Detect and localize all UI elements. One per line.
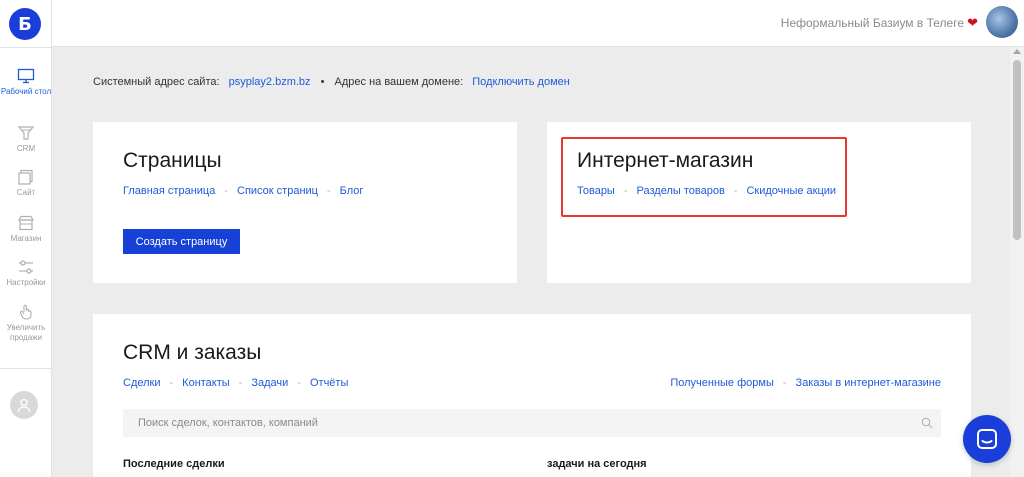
- products-link[interactable]: Товары: [577, 185, 615, 197]
- separator: -: [782, 377, 787, 389]
- separator-dot: •: [320, 76, 325, 88]
- sidebar-item-label: Настройки: [6, 278, 46, 287]
- sliders-icon: [19, 260, 33, 274]
- sidebar-item-boost-sales[interactable]: Увеличить продажи: [0, 304, 52, 343]
- divider: [0, 368, 52, 369]
- scroll-up-arrow-icon[interactable]: [1013, 49, 1021, 54]
- pages-links: Главная страница - Список страниц - Блог: [123, 185, 363, 197]
- home-page-link[interactable]: Главная страница: [123, 185, 215, 197]
- crm-links: Сделки - Контакты - Задачи - Отчёты: [123, 377, 348, 389]
- site-address-line: Системный адрес сайта: psyplay2.bzm.bz •…: [93, 76, 570, 88]
- online-store-title: Интернет-магазин: [577, 149, 754, 172]
- separator: -: [326, 185, 331, 197]
- received-forms-link[interactable]: Полученные формы: [670, 377, 774, 389]
- separator: -: [169, 377, 174, 389]
- blog-link[interactable]: Блог: [340, 185, 364, 197]
- pages-title: Страницы: [123, 149, 222, 172]
- search-placeholder: Поиск сделок, контактов, компаний: [138, 417, 318, 429]
- crm-links-right: Полученные формы - Заказы в интернет-магаз…: [670, 377, 941, 389]
- scrollbar[interactable]: [1010, 47, 1024, 477]
- funnel-icon: [17, 126, 35, 140]
- user-avatar[interactable]: [986, 6, 1018, 38]
- connect-domain-link[interactable]: Подключить домен: [472, 76, 570, 88]
- discounts-link[interactable]: Скидочные акции: [746, 185, 836, 197]
- crm-title: CRM и заказы: [123, 341, 262, 364]
- heart-icon: ❤: [967, 15, 978, 30]
- sidebar-item-label: Рабочий стол: [0, 87, 52, 96]
- crm-orders-card: CRM и заказы Сделки - Контакты - Задачи - Отчё…: [93, 314, 971, 477]
- user-icon: [17, 398, 31, 413]
- tasks-today-heading: задачи на сегодня: [547, 458, 647, 470]
- store-orders-link[interactable]: Заказы в интернет-магазине: [796, 377, 941, 389]
- telegram-community-link[interactable]: Неформальный Базиум в Телеге: [781, 16, 964, 30]
- sidebar-item-site[interactable]: Сайт: [0, 169, 52, 198]
- online-store-card: Интернет-магазин Товары - Разделы товаров -…: [547, 122, 971, 283]
- system-address-label: Системный адрес сайта:: [93, 76, 220, 88]
- sidebar-item-label: Увеличить продажи: [6, 323, 46, 342]
- page-list-link[interactable]: Список страниц: [237, 185, 318, 197]
- product-sections-link[interactable]: Разделы товаров: [637, 185, 725, 197]
- monitor-icon: [17, 68, 35, 84]
- online-store-links: Товары - Разделы товаров - Скидочные акции: [577, 185, 836, 197]
- divider: [0, 47, 52, 48]
- sidebar-item-settings[interactable]: Настройки: [0, 259, 52, 288]
- store-icon: [17, 215, 35, 231]
- sidebar: Б Рабочий стол CRM Сайт Магазин Настройк…: [0, 0, 52, 477]
- avatar[interactable]: [10, 391, 38, 419]
- sidebar-item-crm[interactable]: CRM: [0, 125, 52, 154]
- logo[interactable]: Б: [9, 8, 41, 40]
- chat-button[interactable]: [963, 415, 1011, 463]
- sidebar-item-label: CRM: [16, 144, 36, 153]
- separator: -: [623, 185, 628, 197]
- hand-pointer-icon: [19, 304, 32, 320]
- contacts-link[interactable]: Контакты: [182, 377, 230, 389]
- sidebar-item-store[interactable]: Магазин: [0, 215, 52, 244]
- separator: -: [238, 377, 243, 389]
- sidebar-item-label: Магазин: [10, 234, 42, 243]
- scrollbar-thumb[interactable]: [1013, 60, 1021, 240]
- recent-deals-heading: Последние сделки: [123, 458, 225, 470]
- separator: -: [297, 377, 301, 389]
- reports-link[interactable]: Отчёты: [310, 377, 348, 389]
- sidebar-item-dashboard[interactable]: Рабочий стол: [0, 68, 52, 97]
- search-icon[interactable]: [921, 417, 933, 429]
- top-bar: Неформальный Базиум в Телеге ❤: [52, 0, 1024, 47]
- separator: -: [733, 185, 738, 197]
- tasks-link[interactable]: Задачи: [251, 377, 288, 389]
- system-address-link[interactable]: psyplay2.bzm.bz: [229, 76, 311, 88]
- chat-icon: [977, 429, 997, 449]
- separator: -: [224, 185, 229, 197]
- deals-link[interactable]: Сделки: [123, 377, 161, 389]
- pages-card: Страницы Главная страница - Список страниц…: [93, 122, 517, 283]
- sidebar-item-label: Сайт: [16, 188, 36, 197]
- pages-icon: [18, 169, 33, 185]
- crm-search-input[interactable]: Поиск сделок, контактов, компаний: [123, 409, 941, 437]
- domain-address-label: Адрес на вашем домене:: [334, 76, 464, 88]
- create-page-button[interactable]: Создать страницу: [123, 229, 240, 254]
